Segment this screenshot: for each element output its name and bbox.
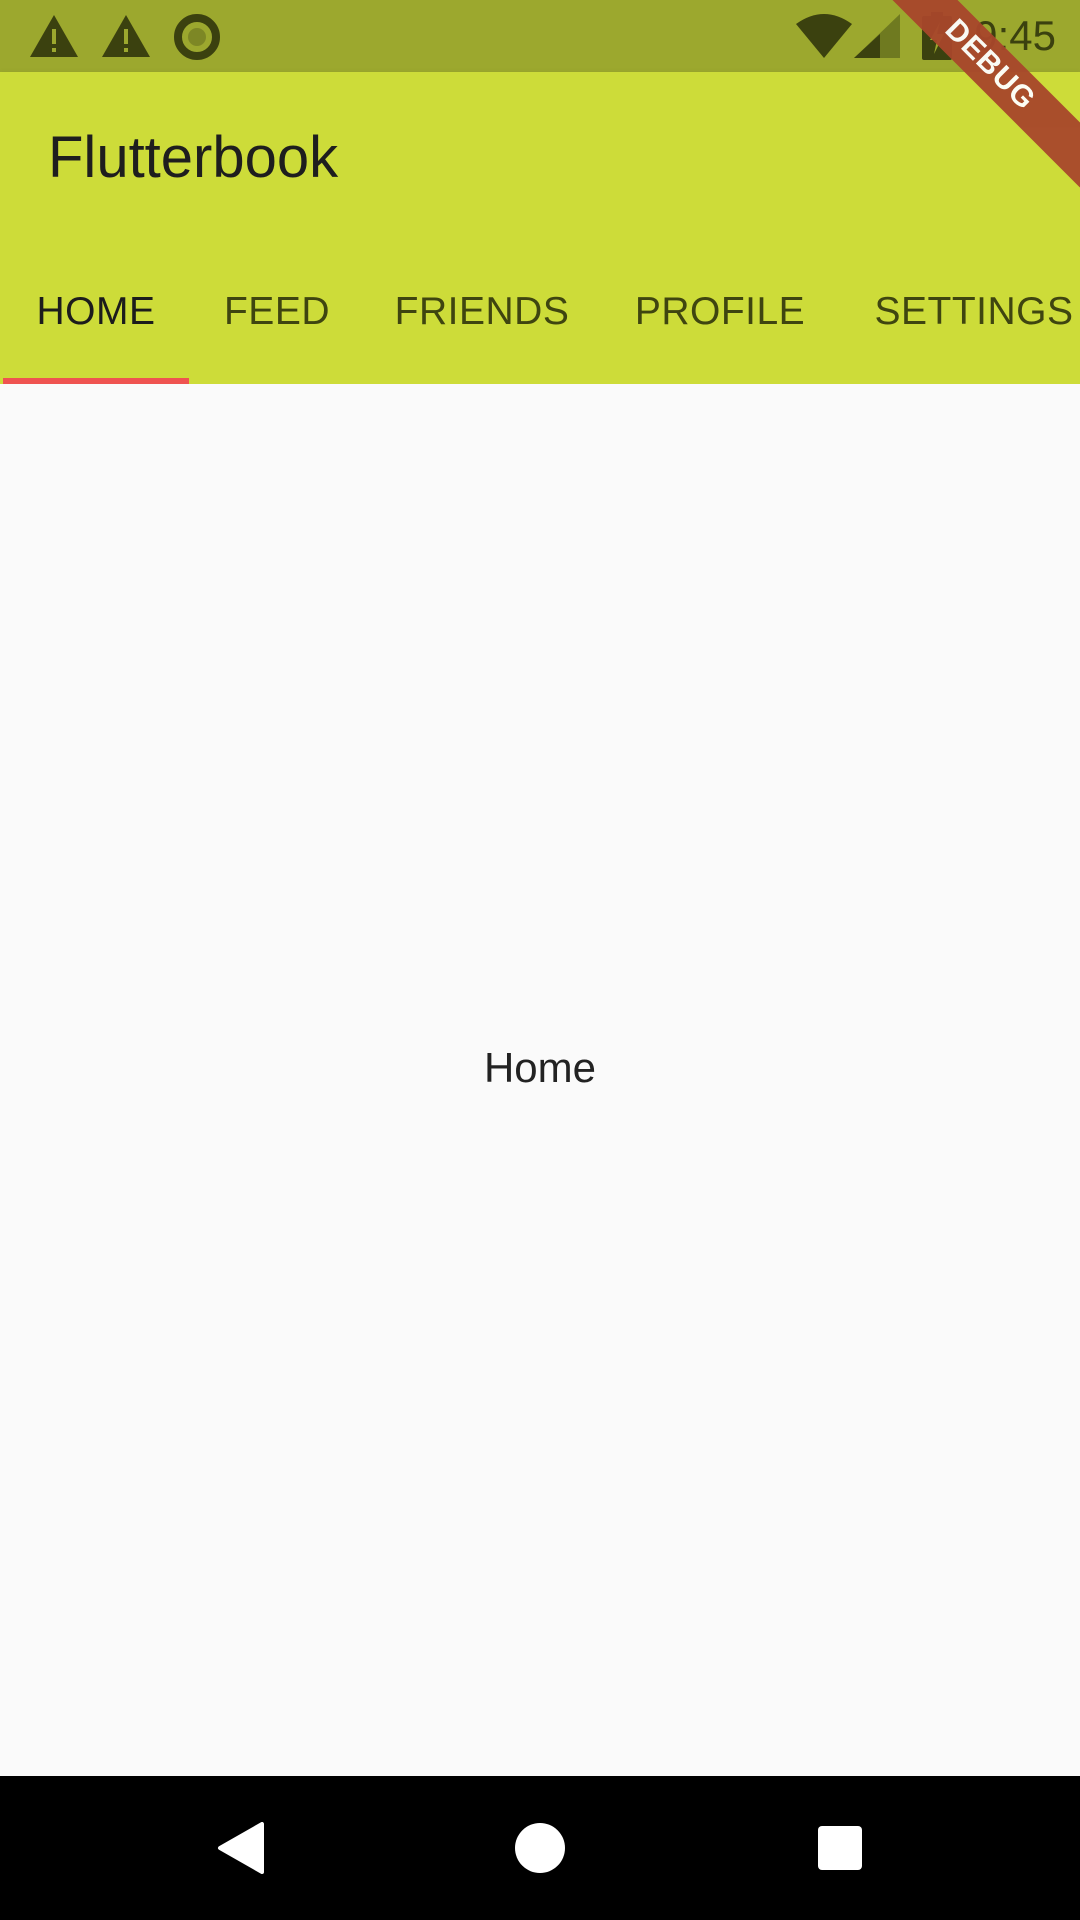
home-label: Home bbox=[483, 1044, 597, 1091]
tab-home[interactable]: HOME bbox=[0, 240, 192, 384]
cellular-signal-icon bbox=[854, 14, 900, 63]
app-title: Flutterbook bbox=[48, 125, 339, 190]
ring-icon bbox=[174, 14, 220, 65]
warning-icon bbox=[28, 12, 80, 65]
tab-content: Home bbox=[0, 384, 1080, 1776]
tab-bar: HOME FEED FRIENDS PROFILE SETTINGS bbox=[0, 240, 1080, 384]
tab-friends[interactable]: FRIENDS bbox=[362, 240, 602, 384]
app-bar: Flutterbook HOME FEED FRIENDS PROFILE SE… bbox=[0, 72, 1080, 384]
back-icon[interactable] bbox=[216, 1822, 264, 1879]
screen: 9:45 Flutterbook HOME FEED FRIENDS PROFI… bbox=[0, 0, 1080, 1920]
navigation-bar bbox=[0, 1776, 1080, 1920]
tab-feed[interactable]: FEED bbox=[192, 240, 362, 384]
recents-icon[interactable] bbox=[816, 1824, 864, 1877]
warning-icon bbox=[100, 12, 152, 65]
tab-profile[interactable]: PROFILE bbox=[602, 240, 838, 384]
tab-settings[interactable]: SETTINGS bbox=[838, 240, 1080, 384]
home-icon[interactable] bbox=[514, 1822, 566, 1879]
wifi-icon bbox=[796, 14, 852, 63]
